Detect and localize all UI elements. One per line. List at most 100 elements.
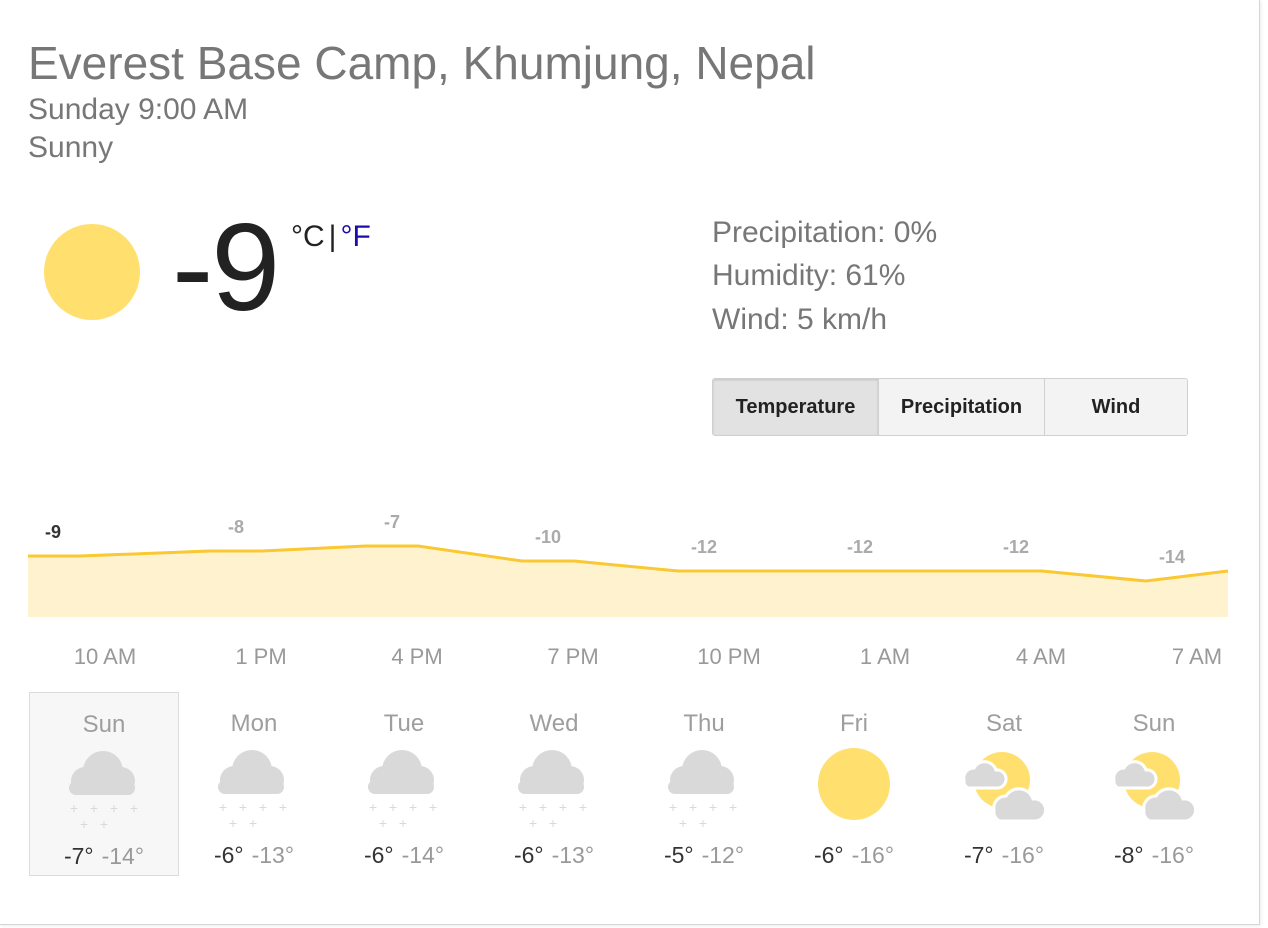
tab-wind[interactable]: Wind <box>1045 379 1187 435</box>
svg-text:+: + <box>429 799 437 815</box>
svg-text:+: + <box>279 799 287 815</box>
unit-separator: | <box>328 220 337 253</box>
wind-stat: Wind: 5 km/h <box>712 303 888 336</box>
hour-label: 1 AM <box>859 644 911 669</box>
day-sun-7[interactable]: Sun -8° -16° <box>1079 692 1229 876</box>
day-name: Wed <box>529 710 579 737</box>
hour-label: 7 PM <box>547 644 599 669</box>
svg-text:+: + <box>110 800 118 816</box>
weather-card: Everest Base Camp, Khumjung, Nepal Sunda… <box>0 0 1260 925</box>
svg-text:+: + <box>259 799 267 815</box>
hour-label: 1 PM <box>235 644 287 669</box>
temperature-point-label: -8 <box>228 517 244 537</box>
day-temps: -6° -13° <box>479 842 629 869</box>
day-sat-6[interactable]: Sat -7° -16° <box>929 692 1079 876</box>
day-fri-5[interactable]: Fri -6° -16° <box>779 692 929 876</box>
temperature-point-label: -12 <box>847 537 873 557</box>
temperature-area <box>28 546 1228 617</box>
day-tue-2[interactable]: Tue + + + + + + -6° -14° <box>329 692 479 876</box>
hour-label: 10 AM <box>73 644 137 669</box>
svg-text:+: + <box>729 799 737 815</box>
day-low: -13° <box>251 842 295 868</box>
day-name: Mon <box>230 710 278 737</box>
svg-text:+: + <box>549 815 557 830</box>
day-high: -7° <box>963 842 994 868</box>
fahrenheit-link[interactable]: °F <box>340 220 370 253</box>
condition-text: Sunny <box>28 131 114 164</box>
svg-text:+: + <box>559 799 567 815</box>
day-high: -6° <box>813 842 844 868</box>
svg-text:+: + <box>409 799 417 815</box>
temperature-point-label: -7 <box>384 512 400 532</box>
snow-cloud-icon: + + + + + + <box>55 745 155 832</box>
temperature-chart: -9 -8 -7 -10 -12 -12 -12 -14 <box>28 512 1228 617</box>
celsius-unit[interactable]: °C <box>291 220 325 253</box>
partly-cloudy-icon <box>1104 744 1204 830</box>
day-temps: -5° -12° <box>629 842 779 869</box>
svg-text:+: + <box>100 816 108 831</box>
day-name: Sun <box>1132 710 1176 737</box>
svg-text:+: + <box>699 815 707 830</box>
day-name: Fri <box>840 710 868 737</box>
day-high: -8° <box>1113 842 1144 868</box>
svg-text:+: + <box>130 800 138 816</box>
svg-text:+: + <box>399 815 407 830</box>
temperature-point-label: -12 <box>1003 537 1029 557</box>
tab-temperature[interactable]: Temperature <box>713 379 879 435</box>
svg-text:+: + <box>669 799 677 815</box>
snow-cloud-icon: + + + + + + <box>204 744 304 831</box>
svg-text:+: + <box>379 815 387 830</box>
day-mon-1[interactable]: Mon + + + + + + -6° -13° <box>179 692 329 876</box>
svg-text:+: + <box>369 799 377 815</box>
day-low: -16° <box>851 842 895 868</box>
temperature-point-label: -12 <box>691 537 717 557</box>
day-high: -6° <box>213 842 244 868</box>
svg-text:+: + <box>219 799 227 815</box>
temperature-point-label: -10 <box>535 527 561 547</box>
svg-text:+: + <box>529 815 537 830</box>
tab-precipitation[interactable]: Precipitation <box>879 379 1045 435</box>
day-high: -6° <box>363 842 394 868</box>
svg-text:+: + <box>90 800 98 816</box>
day-name: Thu <box>683 710 725 737</box>
svg-text:+: + <box>249 815 257 830</box>
svg-text:+: + <box>519 799 527 815</box>
humidity-stat: Humidity: 61% <box>712 259 906 292</box>
day-temps: -7° -14° <box>30 843 178 870</box>
svg-text:+: + <box>229 815 237 830</box>
svg-text:+: + <box>539 799 547 815</box>
partly-cloudy-icon <box>954 744 1054 830</box>
temperature-point-label: -14 <box>1159 547 1185 567</box>
snow-cloud-icon: + + + + + + <box>354 744 454 831</box>
sun-icon <box>804 744 904 830</box>
day-low: -13° <box>551 842 595 868</box>
svg-text:+: + <box>689 799 697 815</box>
day-wed-3[interactable]: Wed + + + + + + -6° -13° <box>479 692 629 876</box>
svg-text:+: + <box>389 799 397 815</box>
temperature-point-label: -9 <box>45 522 61 542</box>
day-low: -14° <box>401 842 445 868</box>
day-temps: -8° -16° <box>1079 842 1229 869</box>
day-low: -16° <box>1001 842 1045 868</box>
day-low: -16° <box>1151 842 1195 868</box>
hour-label: 10 PM <box>697 644 761 669</box>
unit-switcher: °C | °F <box>291 220 371 254</box>
hour-label: 4 PM <box>391 644 443 669</box>
svg-text:+: + <box>679 815 687 830</box>
svg-text:+: + <box>239 799 247 815</box>
day-temps: -7° -16° <box>929 842 1079 869</box>
hour-label: 7 AM <box>1171 644 1223 669</box>
snow-cloud-icon: + + + + + + <box>654 744 754 831</box>
day-low: -14° <box>101 843 145 869</box>
svg-text:+: + <box>709 799 717 815</box>
day-name: Sun <box>82 711 126 738</box>
svg-text:+: + <box>579 799 587 815</box>
day-sun-0[interactable]: Sun + + + + + + -7° -14° <box>29 692 179 876</box>
hour-label: 4 AM <box>1015 644 1067 669</box>
day-high: -7° <box>63 843 94 869</box>
day-thu-4[interactable]: Thu + + + + + + -5° -12° <box>629 692 779 876</box>
day-high: -5° <box>663 842 694 868</box>
chart-tabs: Temperature Precipitation Wind <box>712 378 1188 436</box>
day-temps: -6° -13° <box>179 842 329 869</box>
location-title: Everest Base Camp, Khumjung, Nepal <box>28 37 816 89</box>
